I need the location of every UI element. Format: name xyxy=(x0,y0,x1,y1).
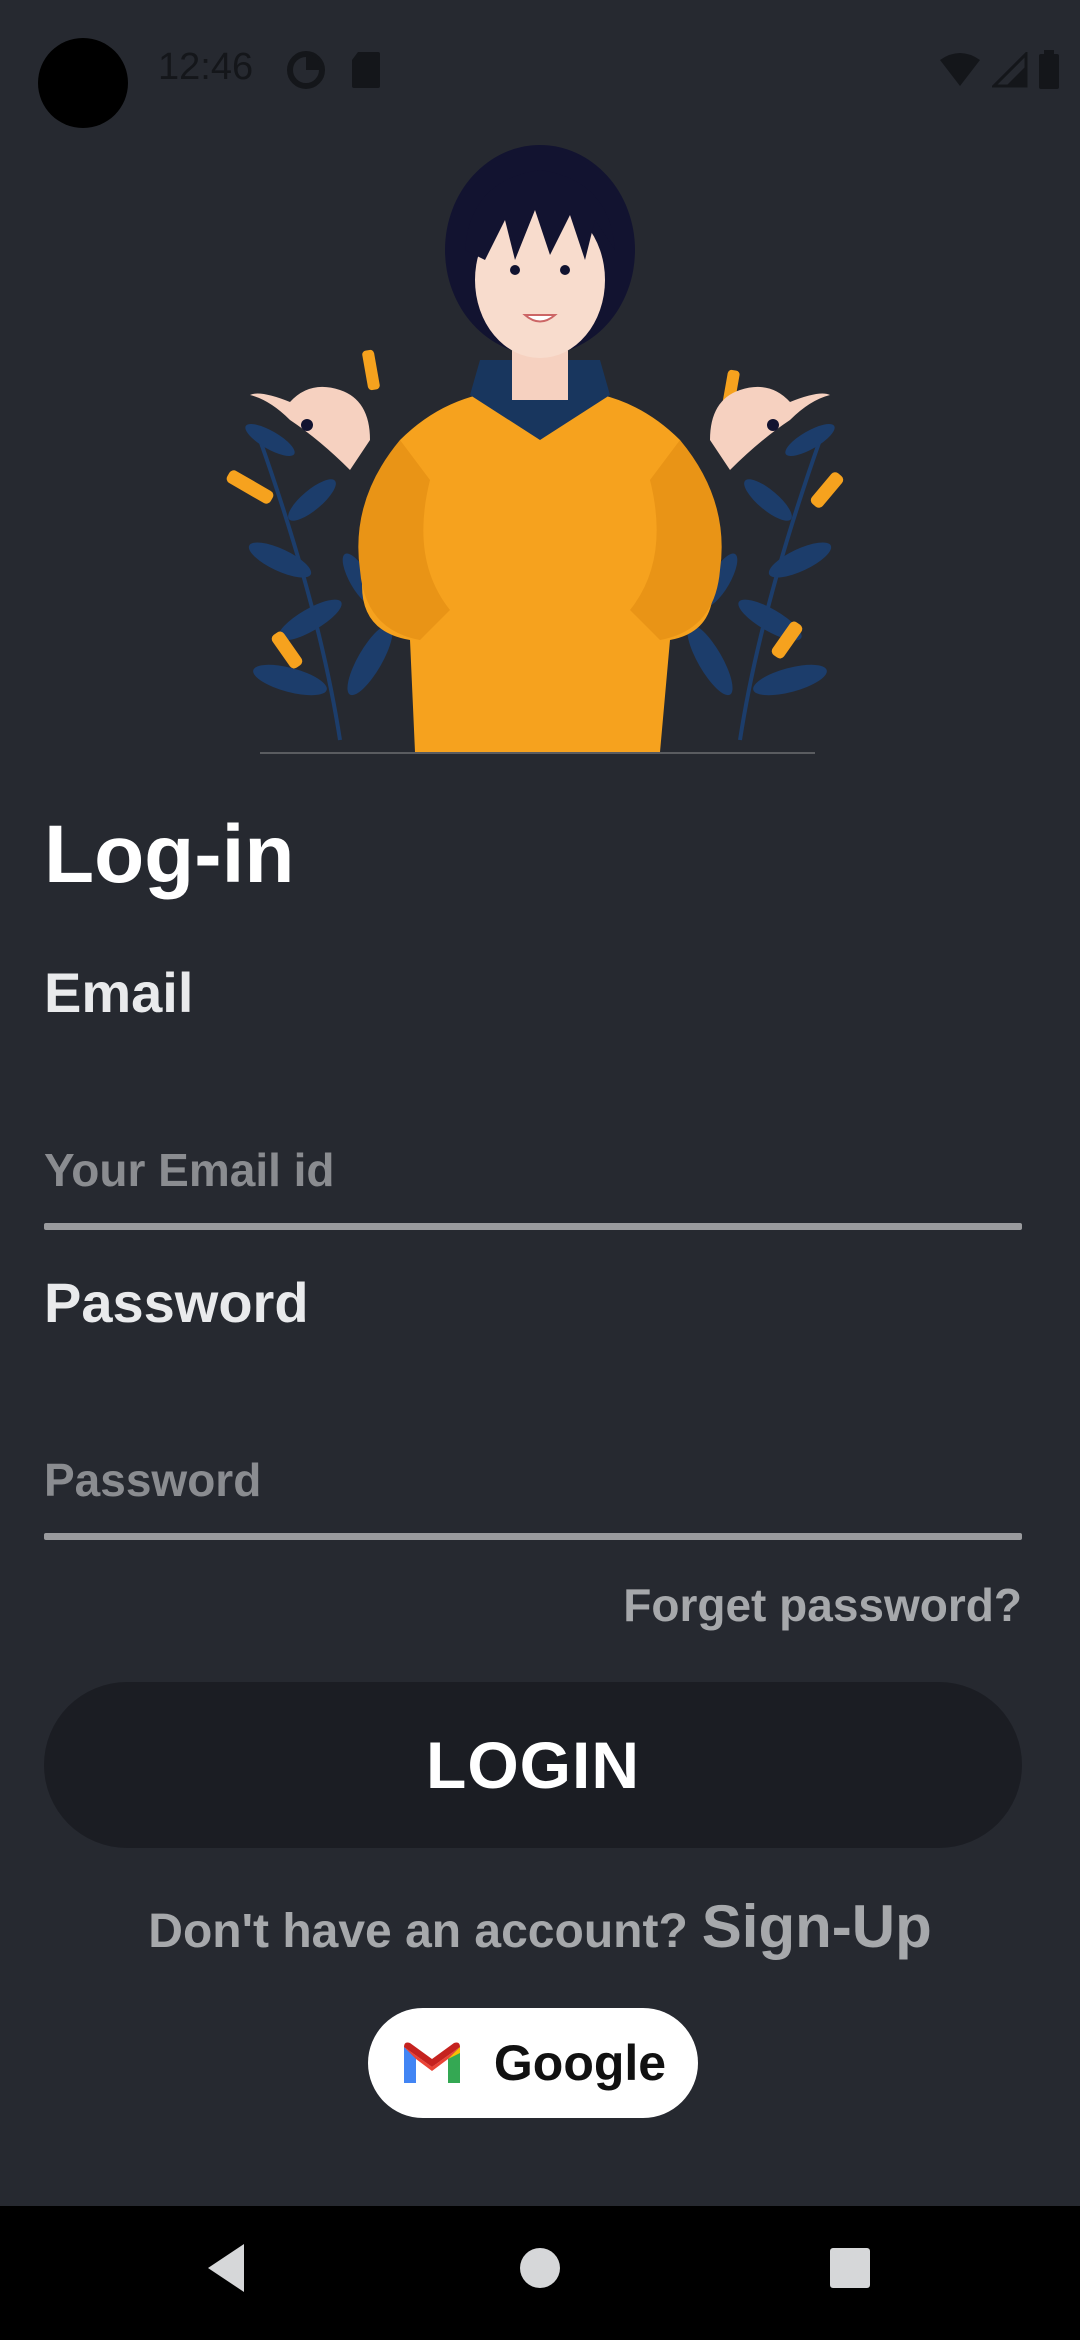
sd-card-icon xyxy=(352,52,380,88)
login-button[interactable]: LOGIN xyxy=(44,1682,1022,1848)
battery-icon xyxy=(1039,50,1059,89)
woman-shrugging-illustration xyxy=(226,145,844,754)
gmail-icon xyxy=(403,2042,460,2083)
navigation-bar xyxy=(0,2206,1080,2340)
back-icon[interactable] xyxy=(200,2238,250,2298)
cell-signal-icon xyxy=(992,52,1028,88)
status-bar: 12:46 xyxy=(0,0,1080,140)
email-input[interactable] xyxy=(44,1110,1022,1210)
home-icon[interactable] xyxy=(516,2244,564,2292)
wifi-icon xyxy=(940,53,980,86)
password-input[interactable] xyxy=(44,1420,1022,1520)
password-underline xyxy=(44,1533,1022,1540)
password-label: Password xyxy=(44,1271,309,1334)
login-screen: 12:46 Log-in Email Your Email id Passwor… xyxy=(0,0,1080,2340)
recents-icon[interactable] xyxy=(828,2246,872,2290)
camera-cutout xyxy=(38,38,128,128)
signup-prompt: Don't have an account? xyxy=(148,1905,688,1958)
password-field-container xyxy=(44,1420,1022,1540)
signup-row: Don't have an account? Sign-Up xyxy=(0,1892,1080,1961)
email-label: Email xyxy=(44,961,194,1024)
page-title: Log-in xyxy=(44,809,295,900)
email-underline xyxy=(44,1223,1022,1230)
google-signin-button[interactable]: Google xyxy=(368,2008,698,2118)
forgot-password-link[interactable]: Forget password? xyxy=(623,1578,1022,1632)
status-time: 12:46 xyxy=(158,46,254,88)
data-saver-icon xyxy=(287,51,325,89)
google-button-label: Google xyxy=(493,2035,667,2091)
signup-link[interactable]: Sign-Up xyxy=(702,1892,932,1961)
email-field-container xyxy=(44,1110,1022,1230)
status-icons-right xyxy=(938,50,1060,90)
